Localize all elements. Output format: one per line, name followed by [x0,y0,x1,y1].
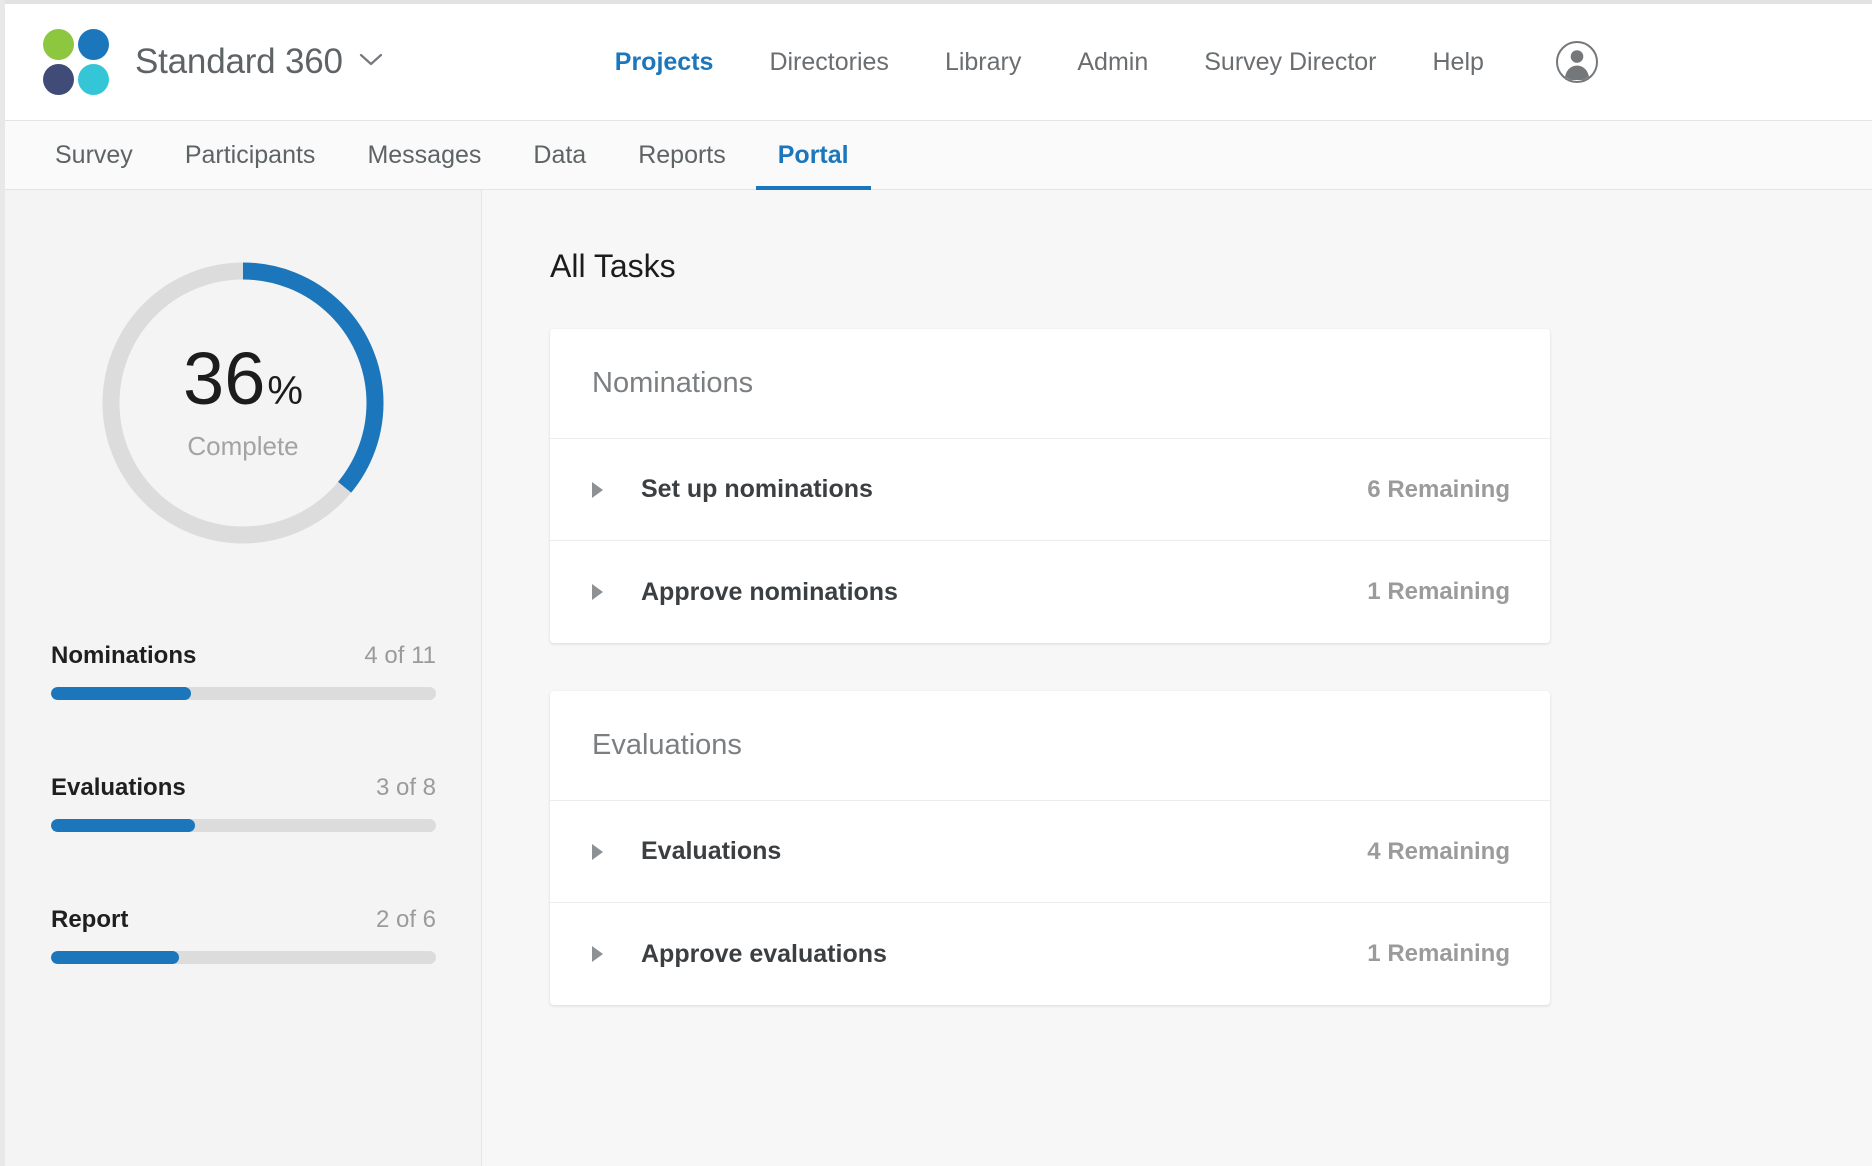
completion-donut-chart: 36% Complete [82,242,404,564]
metric-header: Nominations 4 of 11 [51,642,436,670]
metric-label: Evaluations [51,774,186,801]
caret-right-icon[interactable] [592,481,603,498]
task-row-evaluations[interactable]: Evaluations 4 Remaining [550,801,1550,903]
tab-survey[interactable]: Survey [33,141,155,190]
logo-dot-blue [78,29,109,60]
primary-navigation: Projects Directories Library Admin Surve… [587,41,1598,83]
page-title: All Tasks [550,248,676,284]
task-label: Approve nominations [641,577,898,606]
metric-header: Evaluations 3 of 8 [51,774,436,802]
task-card-evaluations: Evaluations Evaluations 4 Remaining Appr… [550,691,1550,1005]
tab-messages[interactable]: Messages [345,141,503,190]
app-logo-icon [43,29,109,95]
caret-right-icon[interactable] [592,946,603,962]
metric-label: Nominations [51,642,197,669]
metric-count: 3 of 8 [375,774,436,801]
nav-item-projects[interactable]: Projects [587,48,742,77]
task-label: Evaluations [641,837,782,865]
progress-bar-fill [51,819,196,832]
logo-dot-green [43,29,74,60]
task-row-approve-nominations[interactable]: Approve nominations 1 Remaining [550,541,1550,643]
logo-dot-cyan [78,64,109,95]
metric-label: Report [51,906,129,933]
nav-item-directories[interactable]: Directories [741,48,916,77]
progress-bar-fill [51,951,180,964]
metric-report: Report 2 of 6 [51,906,436,964]
metric-evaluations: Evaluations 3 of 8 [51,774,436,832]
progress-bar-track [51,687,436,700]
content-area: 36% Complete Nominations 4 of 11 Evaluat… [5,190,1872,1166]
tab-participants[interactable]: Participants [163,141,338,190]
project-tab-bar: Survey Participants Messages Data Report… [5,121,1872,190]
card-header: Evaluations [550,691,1550,801]
nav-item-admin[interactable]: Admin [1049,48,1176,77]
task-label: Set up nominations [641,475,873,503]
task-remaining: 4 Remaining [1367,837,1510,865]
tab-reports[interactable]: Reports [616,141,748,190]
task-remaining: 1 Remaining [1367,578,1510,605]
caret-right-icon[interactable] [592,843,603,860]
progress-bar-fill [51,687,191,700]
metric-header: Report 2 of 6 [51,906,436,934]
app-window: Standard 360 Projects Directories Librar… [0,0,1872,1166]
task-remaining: 6 Remaining [1367,475,1510,503]
task-row-set-up-nominations[interactable]: Set up nominations 6 Remaining [550,439,1550,541]
metric-nominations: Nominations 4 of 11 [51,642,436,700]
brand-project-switcher[interactable]: Standard 360 [5,29,383,95]
logo-dot-navy [43,64,74,95]
chevron-down-icon[interactable] [359,48,383,72]
progress-sidebar: 36% Complete Nominations 4 of 11 Evaluat… [5,190,482,1166]
task-card-nominations: Nominations Set up nominations 6 Remaini… [550,329,1550,643]
nav-item-survey-director[interactable]: Survey Director [1176,48,1404,77]
metric-count: 4 of 11 [364,642,436,669]
task-remaining: 1 Remaining [1367,940,1510,967]
all-tasks-panel: All Tasks Nominations Set up nominations… [482,190,1872,1166]
task-row-approve-evaluations[interactable]: Approve evaluations 1 Remaining [550,903,1550,1005]
metric-list: Nominations 4 of 11 Evaluations 3 of 8 R… [51,642,436,964]
tab-portal[interactable]: Portal [755,141,871,190]
caret-right-icon[interactable] [592,584,603,600]
tab-data[interactable]: Data [511,141,608,190]
progress-bar-track [51,951,436,964]
user-avatar-icon[interactable] [1555,41,1598,83]
global-header: Standard 360 Projects Directories Librar… [5,4,1872,121]
project-title: Standard 360 [135,42,343,81]
metric-count: 2 of 6 [375,906,436,933]
nav-item-help[interactable]: Help [1405,48,1512,77]
progress-bar-track [51,819,436,832]
task-label: Approve evaluations [641,939,887,968]
card-header: Nominations [550,329,1550,439]
nav-item-library[interactable]: Library [917,48,1049,77]
